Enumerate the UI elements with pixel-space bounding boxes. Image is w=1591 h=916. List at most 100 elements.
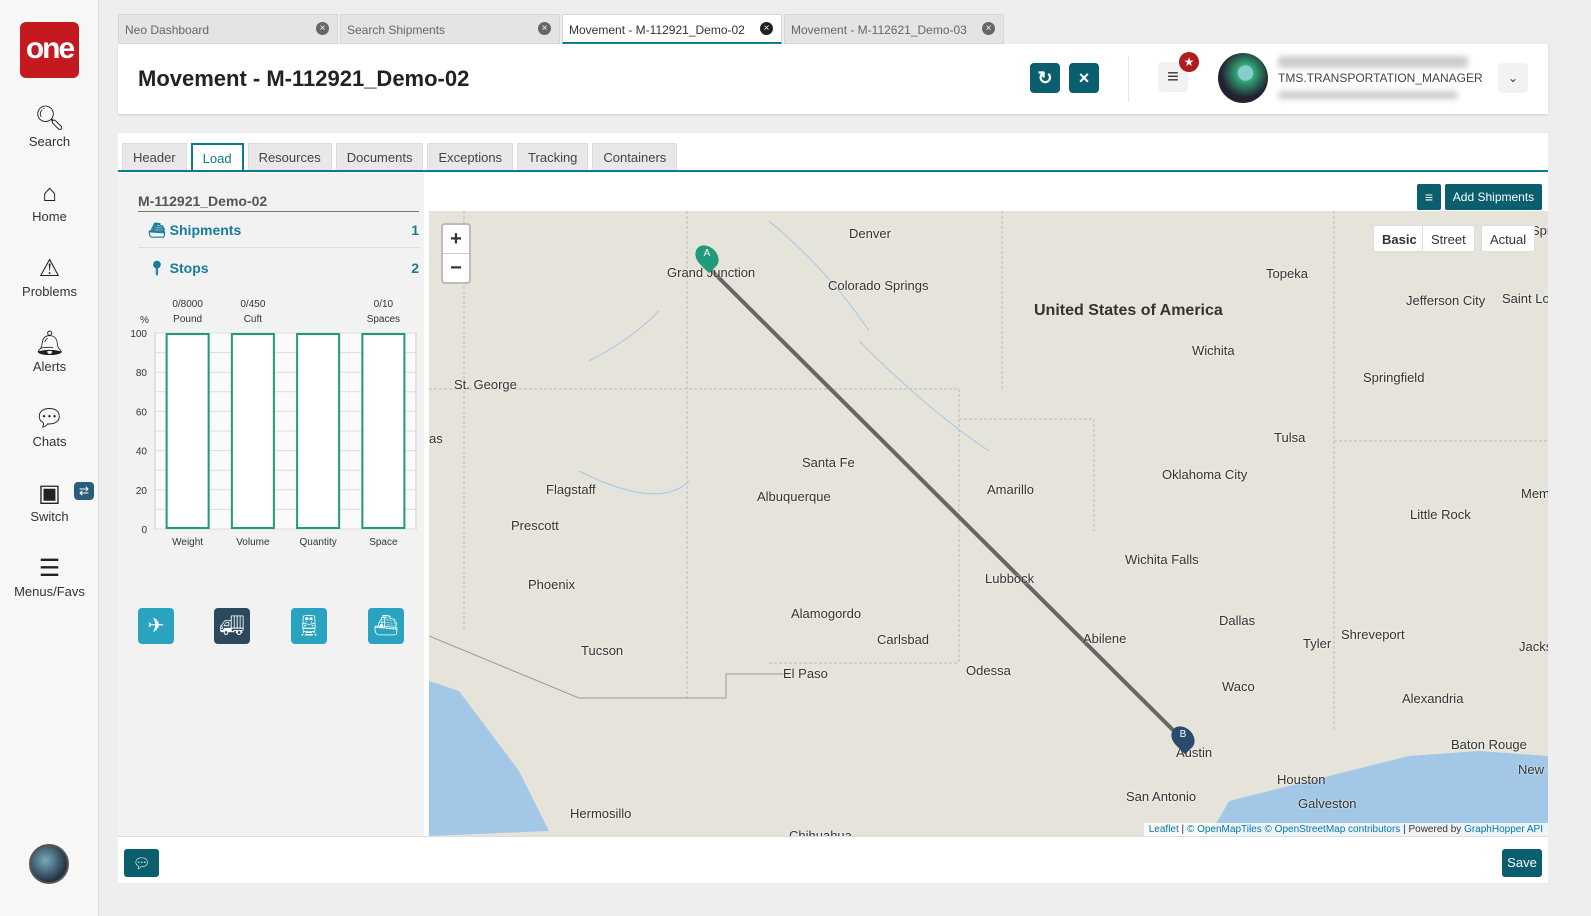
- gulf-of-california: [429, 681, 549, 836]
- one-logo[interactable]: one: [20, 22, 79, 78]
- search-icon: 🔍︎: [34, 105, 65, 132]
- city-label: Abilene: [1083, 631, 1127, 646]
- user-dropdown-button[interactable]: ⌄: [1498, 63, 1528, 93]
- capacity-unit: Pound: [173, 314, 202, 325]
- warning-icon: ⚠: [38, 255, 61, 282]
- tab-label: Neo Dashboard: [125, 23, 210, 37]
- close-tab-icon[interactable]: ×: [316, 22, 329, 35]
- city-label: Tulsa: [1274, 430, 1306, 445]
- city-label: Amarillo: [987, 482, 1034, 497]
- rail-mode-icon[interactable]: 🚆︎: [291, 608, 327, 644]
- capacity-bar-weight: [165, 333, 210, 529]
- footer-bar: 💬︎ Save: [118, 836, 1548, 883]
- user-role: TMS.TRANSPORTATION_MANAGER: [1278, 71, 1483, 85]
- tab-neo-dashboard[interactable]: Neo Dashboard ×: [118, 14, 338, 44]
- nav-label: Switch: [30, 509, 69, 524]
- city-label: Odessa: [966, 663, 1011, 678]
- city-label: as: [429, 431, 443, 446]
- city-label: Wichita Falls: [1125, 552, 1199, 567]
- save-button[interactable]: Save: [1502, 849, 1542, 877]
- map-type-actual[interactable]: Actual: [1481, 225, 1536, 252]
- avatar[interactable]: [1218, 53, 1268, 103]
- city-label: Oklahoma City: [1162, 467, 1248, 482]
- close-tab-icon[interactable]: ×: [760, 22, 773, 35]
- user-avatar[interactable]: [29, 844, 69, 884]
- close-tab-icon[interactable]: ×: [538, 22, 551, 35]
- tab-header[interactable]: Header: [122, 143, 187, 170]
- tab-load[interactable]: Load: [190, 143, 244, 172]
- capacity-bar-quantity: [296, 333, 341, 529]
- page-title: Movement - M-112921_Demo-02: [138, 66, 470, 91]
- zoom-out-button[interactable]: −: [443, 254, 469, 283]
- nav-search[interactable]: 🔍︎ Search: [0, 104, 99, 149]
- city-label: Houston: [1277, 772, 1326, 787]
- nav-home[interactable]: ⌂ Home: [0, 179, 99, 224]
- city-label: Carlsbad: [877, 632, 930, 647]
- close-tab-icon[interactable]: ×: [982, 22, 995, 35]
- capacity-value: 0/450: [240, 299, 265, 310]
- tab-resources[interactable]: Resources: [247, 143, 332, 170]
- city-label: Topeka: [1266, 266, 1308, 281]
- leaflet-link[interactable]: Leaflet: [1149, 824, 1179, 835]
- tab-documents[interactable]: Documents: [335, 143, 424, 170]
- osm-link[interactable]: © OpenStreetMap contributors: [1265, 824, 1401, 835]
- powered-by: | Powered by: [1403, 824, 1462, 835]
- nav-label: Problems: [22, 284, 77, 299]
- city-label: El Paso: [783, 666, 828, 681]
- city-label: Memp: [1521, 486, 1548, 501]
- nav-chats[interactable]: 💬︎ Chats: [0, 404, 99, 449]
- pin-icon: 📍︎: [148, 260, 170, 276]
- nav-label: Chats: [32, 434, 67, 449]
- city-label: Galveston: [1298, 796, 1357, 811]
- nav-problems[interactable]: ⚠ Problems: [0, 254, 99, 299]
- tab-search-shipments[interactable]: Search Shipments ×: [340, 14, 560, 44]
- capacity-unit: Spaces: [367, 314, 400, 325]
- graphhopper-link[interactable]: GraphHopper API: [1464, 824, 1543, 835]
- y-tick-label: 40: [136, 447, 148, 458]
- nav-alerts[interactable]: 🔔︎ Alerts: [0, 329, 99, 374]
- tab-bar: Neo Dashboard × Search Shipments × Movemen…: [118, 14, 1006, 44]
- capacity-unit: Cuft: [244, 314, 263, 325]
- tab-movement-demo-02[interactable]: Movement - M-112921_Demo-02 ×: [562, 14, 782, 44]
- tab-exceptions[interactable]: Exceptions: [427, 143, 514, 170]
- city-label: Alexandria: [1402, 691, 1464, 706]
- city-label: St. George: [454, 377, 517, 392]
- map-type-street[interactable]: Street: [1422, 225, 1475, 252]
- marker-b-label: B: [1179, 729, 1187, 740]
- bar-category-label: Quantity: [300, 537, 337, 548]
- nav-menus-favs[interactable]: ☰ Menus/Favs: [0, 554, 99, 599]
- ship-icon: ⛴: [148, 222, 170, 238]
- city-label: Shreveport: [1341, 627, 1405, 642]
- shipments-label: Shipments: [169, 222, 242, 238]
- bell-icon: 🔔︎: [34, 330, 65, 357]
- map-base: [429, 211, 1548, 836]
- sub-tabs: Header Load Resources Documents Exceptio…: [122, 143, 681, 172]
- zoom-in-button[interactable]: +: [443, 225, 469, 254]
- divider: [1128, 56, 1129, 102]
- tab-underline: [118, 170, 1548, 172]
- route-map[interactable]: Denver Grand Junction Colorado Springs Tope…: [429, 211, 1548, 836]
- list-view-button[interactable]: ≡: [1417, 184, 1441, 210]
- tab-tracking[interactable]: Tracking: [517, 143, 589, 170]
- tab-movement-demo-03[interactable]: Movement - M-112621_Demo-03 ×: [784, 14, 1004, 44]
- ocean-mode-icon[interactable]: ⛴: [368, 608, 404, 644]
- truck-mode-icon[interactable]: 🚚︎: [214, 608, 250, 644]
- shipments-row[interactable]: ⛴ Shipments 1: [148, 222, 419, 239]
- star-icon: ★: [1179, 52, 1199, 72]
- add-shipments-button[interactable]: Add Shipments: [1445, 184, 1542, 210]
- openmaptiles-link[interactable]: © OpenMapTiles: [1187, 824, 1262, 835]
- close-button[interactable]: ×: [1069, 63, 1099, 93]
- tab-containers[interactable]: Containers: [592, 143, 678, 170]
- refresh-button[interactable]: ↻: [1030, 63, 1060, 93]
- map-type-basic[interactable]: Basic: [1373, 225, 1426, 252]
- city-label: San Antonio: [1126, 789, 1197, 804]
- left-nav: one 🔍︎ Search ⌂ Home ⚠ Problems 🔔︎ Alerts 💬︎…: [0, 0, 99, 916]
- air-mode-icon[interactable]: ✈: [138, 608, 174, 644]
- divider: [138, 247, 419, 248]
- chat-button[interactable]: 💬︎: [124, 849, 159, 877]
- home-icon: ⌂: [42, 180, 57, 207]
- city-label: Phoenix: [528, 577, 575, 592]
- stops-row[interactable]: 📍︎ Stops 2: [148, 260, 419, 277]
- y-tick-label: 60: [136, 407, 148, 418]
- city-label: Denver: [849, 226, 891, 241]
